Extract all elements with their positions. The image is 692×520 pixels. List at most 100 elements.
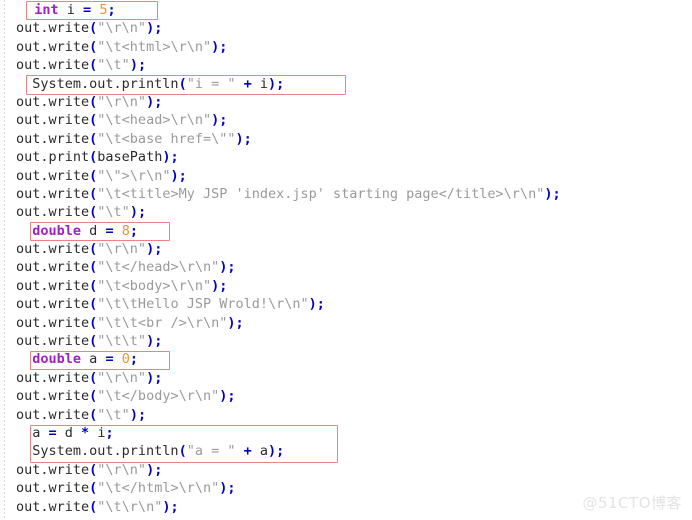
code-token-punctuation: ); (268, 75, 285, 92)
code-line[interactable]: out.write("\t<title>My JSP 'index.jsp' s… (0, 185, 692, 203)
code-token-punctuation: ); (227, 314, 244, 331)
code-token-punctuation: ); (170, 167, 187, 184)
code-token-punctuation: ); (162, 149, 179, 166)
code-listing[interactable]: int i = 5; out.write("\r\n"); out.write("\… (0, 0, 692, 516)
code-line[interactable]: a = d * i; (0, 424, 692, 442)
code-token-punctuation: ); (146, 241, 163, 258)
code-line[interactable]: out.write("\">\r\n"); (0, 167, 692, 185)
code-token-plain: out.write (16, 241, 90, 258)
code-line[interactable]: out.write("\t</head>\r\n"); (0, 258, 692, 276)
code-line[interactable]: out.write("\t\tHello JSP Wrold!\r\n"); (0, 295, 692, 313)
code-line[interactable]: out.write("\r\n"); (0, 19, 692, 37)
code-token-plain: out.write (16, 259, 90, 276)
code-token-keyword: double (32, 351, 82, 368)
code-token-punctuation: ); (129, 204, 147, 221)
code-editor-screenshot: int i = 5; out.write("\r\n"); out.write("\… (0, 0, 692, 520)
code-token-string: "\t<html>\r\n" (97, 38, 212, 55)
code-token-string: "\t" (97, 406, 130, 423)
code-token-number: 0 (121, 351, 130, 368)
code-line[interactable]: out.write("\t<base href=\""); (0, 130, 692, 148)
code-token-plain: out.write (16, 38, 90, 55)
code-token-string: "\t<title>My JSP 'index.jsp' starting pa… (97, 185, 545, 202)
code-token-plain: out.write (16, 333, 90, 350)
code-token-string: "\t</head>\r\n" (97, 259, 220, 276)
code-token-string: "\r\n" (97, 20, 147, 37)
code-token-operator: = (105, 222, 114, 239)
code-token-plain: out.write (16, 388, 90, 405)
code-token-keyword: int (34, 2, 59, 18)
code-line[interactable]: out.print(basePath); (0, 148, 692, 166)
code-line[interactable]: double a = 0; (0, 350, 692, 368)
code-token-plain: out.write (16, 296, 90, 313)
code-token-operator: = (83, 2, 92, 18)
code-line[interactable]: out.write("\t<head>\r\n"); (0, 111, 692, 129)
code-token-string: "\r\n" (97, 241, 147, 258)
code-token-plain: a (259, 443, 269, 460)
code-token-string: "\t<body>\r\n" (97, 277, 212, 294)
code-token-string: "\t" (97, 57, 130, 74)
code-token-punctuation: ); (211, 38, 228, 55)
code-token-punctuation: ); (219, 480, 236, 497)
code-token-string: "\r\n" (97, 93, 147, 110)
code-line[interactable]: out.write("\t<html>\r\n"); (0, 38, 692, 56)
code-line[interactable]: out.write("\t<body>\r\n"); (0, 277, 692, 295)
code-token-plain: out.write (16, 480, 90, 497)
code-token-punctuation: ); (211, 277, 228, 294)
code-line[interactable]: out.write("\r\n"); (0, 369, 692, 387)
code-token-punctuation: ); (146, 333, 163, 350)
code-token-plain: d (56, 424, 82, 441)
code-token-string: "\t</body>\r\n" (97, 388, 220, 405)
code-line[interactable]: out.write("\t\t<br />\r\n"); (0, 314, 692, 332)
watermark-text: @51CTO博客 (582, 493, 682, 512)
code-token-punctuation: ); (219, 388, 236, 405)
code-token-punctuation: ); (268, 443, 285, 460)
code-line[interactable]: System.out.println("a = " + a); (0, 442, 692, 460)
code-token-string: "\">\r\n" (97, 167, 171, 184)
code-line[interactable]: out.write("\t"); (0, 203, 692, 221)
code-token-operator: * (81, 424, 90, 441)
code-line[interactable]: out.write("\r\n"); (0, 93, 692, 111)
code-token-string: "\t\r\n" (97, 498, 163, 515)
code-token-string: "\t\t" (97, 333, 147, 350)
code-token-punctuation: ( (178, 75, 187, 92)
code-token-punctuation: ); (544, 185, 561, 202)
code-line[interactable]: out.write("\t"); (0, 406, 692, 424)
code-token-string: "a = " (186, 443, 236, 460)
code-token-string: "\t<head>\r\n" (97, 112, 212, 129)
code-token-punctuation: ); (219, 259, 236, 276)
code-token-punctuation: ); (129, 57, 147, 74)
code-line[interactable]: int i = 5; (0, 1, 692, 19)
code-token-plain: out.write (16, 185, 90, 202)
code-token-plain: i (259, 75, 269, 92)
code-token-plain: out.write (16, 167, 90, 184)
code-line[interactable]: out.write("\t</body>\r\n"); (0, 387, 692, 405)
code-line[interactable]: out.write("\r\n"); (0, 461, 692, 479)
code-token-punctuation: ); (146, 369, 163, 386)
code-token-string: "\t\tHello JSP Wrold!\r\n" (97, 296, 309, 313)
code-token-string: "\t</html>\r\n" (97, 480, 220, 497)
code-token-plain: basePath (97, 149, 163, 166)
code-token-punctuation: ); (235, 130, 252, 147)
code-token-punctuation: ); (146, 93, 163, 110)
code-token-punctuation: ; (107, 2, 116, 18)
code-token-plain: out.write (16, 20, 90, 37)
code-token-punctuation: ); (129, 406, 147, 423)
code-token-operator: + (235, 443, 260, 460)
code-token-number: 8 (121, 222, 130, 239)
code-token-punctuation: ); (308, 296, 325, 313)
code-line[interactable]: System.out.println("i = " + i); (0, 75, 692, 93)
code-token-string: "\t" (97, 204, 130, 221)
code-line[interactable]: out.write("\t\t"); (0, 332, 692, 350)
code-line[interactable]: out.write("\t"); (0, 56, 692, 74)
code-token-plain: i (58, 2, 84, 18)
code-token-plain: System.out.println (16, 443, 179, 460)
code-token-plain: out.write (16, 498, 90, 515)
code-line[interactable]: out.write("\r\n"); (0, 240, 692, 258)
code-token-operator: = (48, 424, 57, 441)
code-line[interactable]: double d = 8; (0, 222, 692, 240)
